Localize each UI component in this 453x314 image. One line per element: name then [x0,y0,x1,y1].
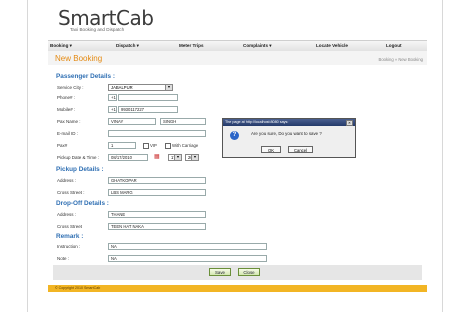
last-name-input[interactable]: SINGH [160,118,206,125]
title-bar [48,51,427,65]
mobile-input[interactable]: 9930117227 [118,106,178,113]
page-title: New Booking [55,54,103,63]
close-icon[interactable]: ✕ [346,120,353,126]
chevron-down-icon: ▼ [165,85,172,90]
vip-checkbox[interactable] [143,143,149,149]
minute-select[interactable]: 20▼ [185,154,199,161]
dialog-title-bar: The page at http://localhost:8080 says: … [223,119,355,126]
dropoff-address-label: Address : [57,212,77,217]
email-input[interactable] [108,130,206,137]
nav-meter-trips[interactable]: Meter Trips [179,43,204,48]
passenger-heading: Passenger Details : [56,73,115,80]
pickup-address-input[interactable]: GHATKOPAR [108,177,206,184]
email-label: E-mail ID : [57,131,79,136]
dropoff-address-input[interactable]: THANE [108,211,206,218]
pickup-date-input[interactable]: 08/17/2010 [108,154,148,161]
chevron-down-icon: ▼ [174,155,181,160]
pickup-heading: Pickup Details : [56,166,104,173]
pax-count-input[interactable]: 1 [108,142,136,149]
vip-label: VIP [150,143,157,148]
nav-booking[interactable]: Booking ▾ [50,43,72,49]
dropoff-cross-input[interactable]: TEEN HAT NAKA [108,223,206,230]
instruction-label: Instruction : [57,244,81,249]
mobile-label: Mobile# : [57,107,76,112]
service-city-select[interactable]: JABALPUR ▼ [108,84,173,91]
save-button[interactable]: Save [209,268,231,276]
dialog-ok-button[interactable]: OK [261,146,281,153]
question-icon: ? [230,131,239,140]
dialog-title: The page at http://localhost:8080 says: [225,120,289,124]
nav-dispatch[interactable]: Dispatch ▾ [116,43,139,49]
carriage-checkbox[interactable] [165,143,171,149]
dialog-message: Are you sure, Do you want to save ? [251,131,322,136]
calendar-icon[interactable]: ▦ [154,153,160,160]
dropoff-heading: Drop-Off Details : [56,200,109,207]
remark-heading: Remark : [56,233,84,240]
dropoff-cross-label: Cross Street [57,224,83,229]
pax-count-label: Pax# [57,143,68,148]
carriage-label: With Carriage [172,143,199,148]
close-button[interactable]: Close [238,268,260,276]
logo-tagline: Taxi Booking and Dispatch [70,27,125,32]
chevron-down-icon: ▼ [191,155,198,160]
first-name-input[interactable]: VINAY [108,118,156,125]
breadcrumb: Booking » New Booking [378,57,423,62]
nav-locate-vehicle[interactable]: Locate Vehicle [316,43,348,48]
confirm-dialog: The page at http://localhost:8080 says: … [222,118,356,158]
copyright-text: © Copyright 2010 SmartCab [55,286,101,290]
footer-bar: © Copyright 2010 SmartCab [48,285,427,292]
pax-name-label: Pax Name : [57,119,81,124]
note-input[interactable]: NA [108,255,267,262]
pickup-cross-input[interactable]: LBS MARG [108,189,206,196]
note-label: Note : [57,256,70,261]
phone-prefix[interactable]: +1 [108,94,117,101]
hour-select[interactable]: 17▼ [168,154,182,161]
phone-input[interactable] [118,94,178,101]
nav-logout[interactable]: Logout [386,43,402,48]
mobile-prefix[interactable]: +1 [108,106,117,113]
pickup-address-label: Address : [57,178,77,183]
pickup-datetime-label: Pickup Date & Time : [57,155,100,160]
instruction-input[interactable]: NA [108,243,267,250]
phone-label: Phone# : [57,95,76,100]
nav-complaints[interactable]: Complaints ▾ [243,43,272,49]
pickup-cross-label: Cross Street : [57,190,85,195]
service-city-label: Service City : [57,85,84,90]
dialog-cancel-button[interactable]: Cancel [288,146,313,153]
